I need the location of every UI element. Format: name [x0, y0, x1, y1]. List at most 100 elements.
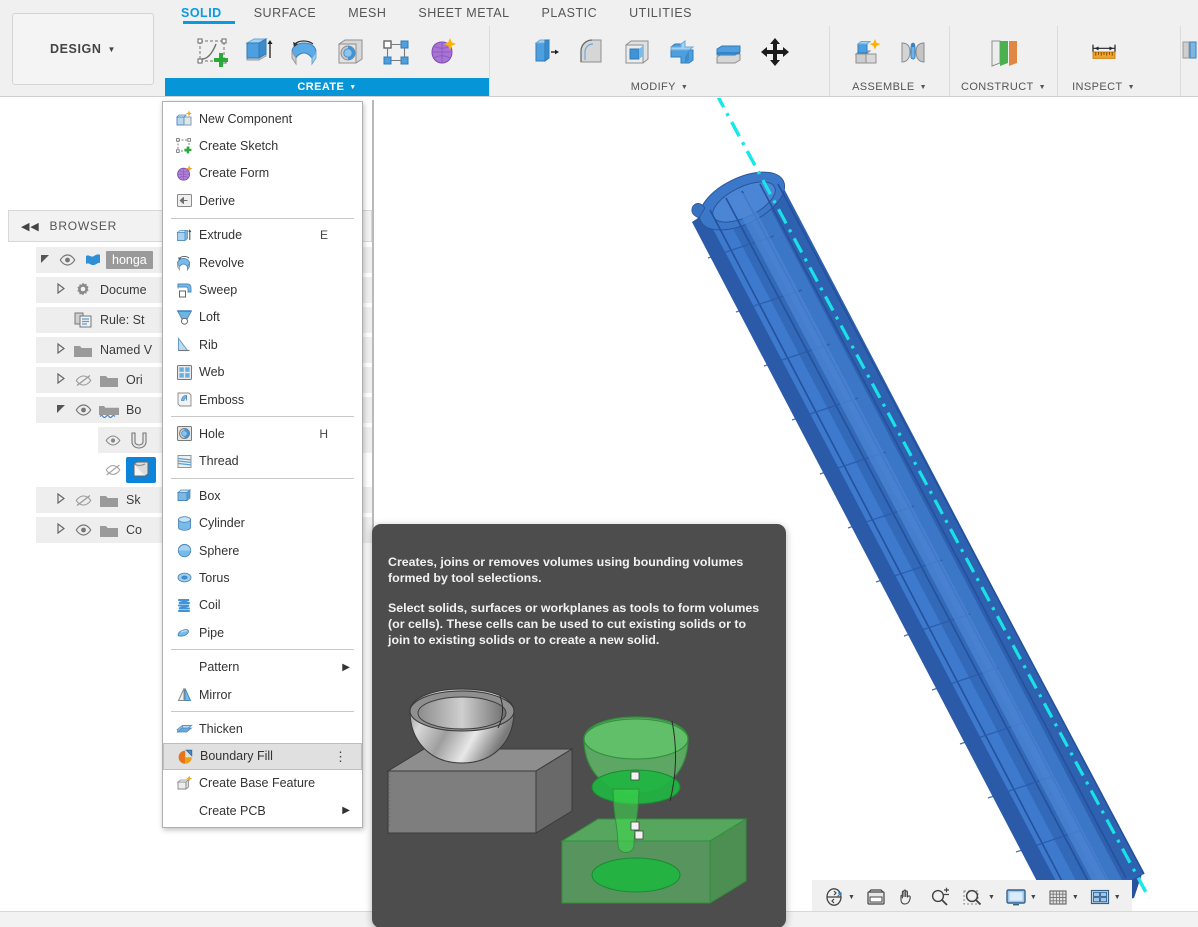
tree-label-origin: Ori: [126, 373, 143, 387]
sphere-icon: [171, 542, 197, 559]
chevron-down-icon: ▼: [349, 83, 357, 91]
menu-item-thicken[interactable]: Thicken: [163, 715, 362, 742]
joint-icon[interactable]: [891, 30, 935, 74]
menu-item-pipe[interactable]: Pipe: [163, 619, 362, 646]
expander-open-icon[interactable]: [36, 253, 54, 268]
panel-create-label[interactable]: CREATE ▼: [165, 78, 489, 96]
press-pull-icon[interactable]: [523, 30, 567, 74]
tab-mesh[interactable]: MESH: [332, 4, 402, 26]
create-sketch-icon[interactable]: [190, 30, 234, 74]
body-solid-icon: [126, 457, 156, 483]
workspace-switcher-button[interactable]: DESIGN ▼: [12, 13, 154, 85]
create-form-icon[interactable]: [420, 30, 464, 74]
hole-icon[interactable]: [328, 30, 372, 74]
tab-plastic[interactable]: PLASTIC: [526, 4, 614, 26]
menu-item-create-sketch[interactable]: Create Sketch: [163, 132, 362, 159]
revolve-icon[interactable]: [282, 30, 326, 74]
menu-item-boundary-fill[interactable]: Boundary Fill ⋮: [163, 742, 362, 770]
menu-item-sweep[interactable]: Sweep: [163, 276, 362, 303]
ribbon-toolbar: DESIGN ▼ SOLID SURFACE MESH SHEET METAL …: [0, 0, 1198, 97]
visibility-hidden-icon[interactable]: [70, 374, 96, 387]
menu-item-mirror[interactable]: Mirror: [163, 681, 362, 708]
menu-item-sphere[interactable]: Sphere: [163, 537, 362, 564]
menu-item-web[interactable]: Web: [163, 359, 362, 386]
pan-icon[interactable]: [894, 885, 922, 909]
panel-insert-truncated[interactable]: [1180, 26, 1198, 96]
menu-item-coil[interactable]: Coil: [163, 592, 362, 619]
tree-label-bodies: Bo: [126, 403, 142, 417]
visibility-eye-icon[interactable]: [100, 434, 126, 446]
visibility-hidden-icon[interactable]: [100, 464, 126, 476]
menu-item-extrude[interactable]: Extrude E: [163, 222, 362, 249]
chevron-down-icon: ▼: [919, 83, 927, 91]
chevron-down-icon: ▼: [1113, 893, 1121, 901]
expander-closed-icon[interactable]: [52, 372, 70, 387]
offset-plane-icon[interactable]: [982, 30, 1026, 74]
menu-item-loft[interactable]: Loft: [163, 304, 362, 331]
menu-item-hole[interactable]: Hole H: [163, 420, 362, 447]
tree-label-rule: Rule: St: [100, 313, 145, 327]
sweep-icon: [171, 282, 197, 299]
expander-closed-icon[interactable]: [52, 492, 70, 507]
overflow-menu-icon[interactable]: ⋮: [334, 750, 347, 763]
pattern-icon[interactable]: [374, 30, 418, 74]
web-icon: [171, 364, 197, 381]
menu-item-torus[interactable]: Torus: [163, 564, 362, 591]
orbit-icon[interactable]: ▼: [820, 885, 858, 909]
offset-face-icon[interactable]: [707, 30, 751, 74]
panel-modify-label[interactable]: MODIFY ▼: [490, 78, 829, 96]
menu-item-rib[interactable]: Rib: [163, 331, 362, 358]
bodies-folder-icon: [96, 402, 122, 418]
expander-closed-icon[interactable]: [52, 282, 70, 297]
chevron-down-icon: ▼: [987, 893, 995, 901]
move-copy-icon[interactable]: [753, 30, 797, 74]
fillet-icon[interactable]: [569, 30, 613, 74]
panel-inspect-label[interactable]: INSPECT ▼: [1058, 78, 1149, 96]
tab-surface[interactable]: SURFACE: [238, 4, 333, 26]
tab-sheet-metal[interactable]: SHEET METAL: [402, 4, 525, 26]
visibility-eye-icon[interactable]: [70, 404, 96, 416]
expander-closed-icon[interactable]: [52, 342, 70, 357]
folder-icon: [70, 343, 96, 358]
measure-icon[interactable]: [1082, 30, 1126, 74]
zoom-window-icon[interactable]: ▼: [958, 885, 998, 909]
new-component-icon[interactable]: [845, 30, 889, 74]
menu-item-cylinder[interactable]: Cylinder: [163, 509, 362, 536]
visibility-eye-icon[interactable]: [54, 254, 80, 266]
collapse-left-icon[interactable]: ◀◀: [21, 220, 40, 233]
create-dropdown-menu: New Component Create Sketch Create Form …: [162, 101, 363, 829]
viewports-icon[interactable]: ▼: [1086, 885, 1124, 909]
tab-utilities[interactable]: UTILITIES: [613, 4, 708, 26]
folder-icon: [96, 373, 122, 388]
zoom-icon[interactable]: [926, 885, 954, 909]
thread-icon: [171, 453, 197, 470]
display-settings-icon[interactable]: ▼: [1002, 885, 1040, 909]
look-at-icon[interactable]: [862, 885, 890, 909]
menu-item-create-pcb[interactable]: Create PCB ▶: [163, 797, 362, 824]
combine-icon[interactable]: [661, 30, 705, 74]
panel-construct-label[interactable]: CONSTRUCT ▼: [950, 78, 1057, 96]
menu-item-derive[interactable]: Derive: [163, 187, 362, 214]
grid-snaps-icon[interactable]: ▼: [1044, 885, 1082, 909]
extrude-icon[interactable]: [236, 30, 280, 74]
shell-icon[interactable]: [615, 30, 659, 74]
menu-item-emboss[interactable]: Emboss: [163, 386, 362, 413]
folder-icon: [96, 493, 122, 508]
menu-separator: [171, 217, 354, 219]
menu-item-revolve[interactable]: Revolve: [163, 249, 362, 276]
panel-assemble-label[interactable]: ASSEMBLE ▼: [830, 78, 949, 96]
expander-open-icon[interactable]: [52, 403, 70, 418]
menu-item-pattern[interactable]: Pattern ▶: [163, 653, 362, 680]
menu-item-thread[interactable]: Thread: [163, 448, 362, 475]
expander-closed-icon[interactable]: [52, 522, 70, 537]
menu-item-create-base-feature[interactable]: Create Base Feature: [163, 770, 362, 797]
menu-item-new-component[interactable]: New Component: [163, 105, 362, 132]
command-tooltip: Creates, joins or removes volumes using …: [372, 524, 786, 927]
menu-item-box[interactable]: Box: [163, 482, 362, 509]
visibility-hidden-icon[interactable]: [70, 494, 96, 507]
create-base-feature-icon: [171, 775, 197, 792]
menu-item-create-form[interactable]: Create Form: [163, 160, 362, 187]
pipe-icon: [171, 624, 197, 641]
visibility-eye-icon[interactable]: [70, 524, 96, 536]
panel-inspect: INSPECT ▼: [1057, 26, 1149, 96]
